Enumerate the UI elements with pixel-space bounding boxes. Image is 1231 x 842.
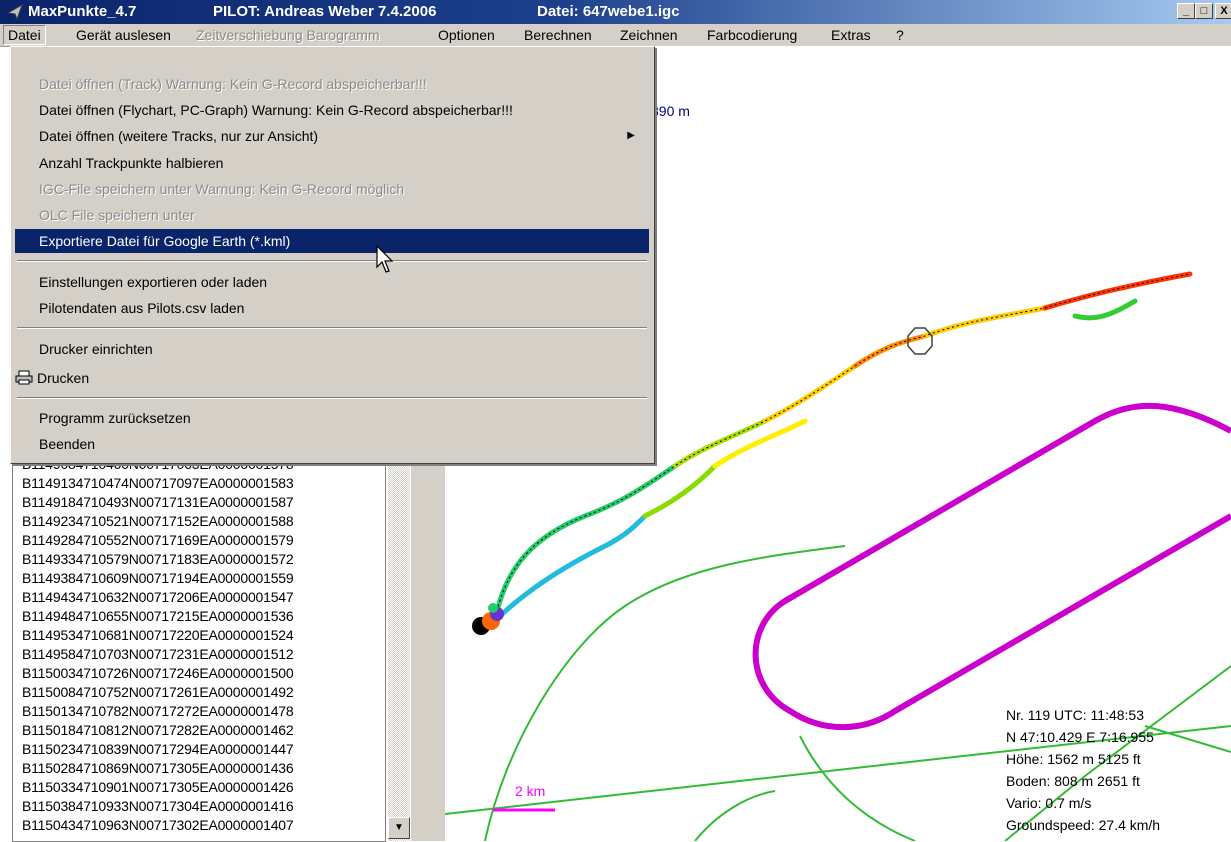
list-item[interactable]: B1150184710812N00717282EA0000001462: [22, 722, 294, 738]
close-button[interactable]: X: [1215, 3, 1231, 19]
menu-item-pilot-data[interactable]: Pilotendaten aus Pilots.csv laden: [15, 296, 649, 320]
menu-item-open-flychart[interactable]: Datei öffnen (Flychart, PC-Graph) Warnun…: [15, 98, 649, 122]
list-item[interactable]: B1150434710963N00717302EA0000001407: [22, 817, 294, 833]
airspace-lines: [445, 545, 1231, 841]
list-item[interactable]: B1150134710782N00717272EA0000001478: [22, 703, 294, 719]
scale-label: 2 km: [515, 783, 546, 799]
minimize-button[interactable]: _: [1177, 3, 1195, 19]
menu-item-label: IGC-File speichern unter Warnung: Kein G…: [39, 181, 405, 197]
list-item[interactable]: B1149334710579N00717183EA0000001572: [22, 551, 294, 567]
menu-item-settings[interactable]: Einstellungen exportieren oder laden: [15, 270, 649, 294]
menu-bar: Datei Gerät auslesen Zeitverschiebung Ba…: [0, 24, 1231, 47]
menu-item-export-kml[interactable]: Exportiere Datei für Google Earth (*.kml…: [15, 229, 649, 253]
menu-farbcodierung[interactable]: Farbcodierung: [707, 27, 797, 43]
menu-item-save-olc[interactable]: OLC File speichern unter: [15, 203, 649, 227]
menu-item-exit[interactable]: Beenden: [15, 432, 649, 456]
maximize-button[interactable]: □: [1195, 3, 1213, 19]
printer-icon: [15, 370, 33, 385]
list-item[interactable]: B1149134710474N00717097EA0000001583: [22, 475, 294, 491]
menu-geraet-auslesen[interactable]: Gerät auslesen: [76, 27, 171, 43]
info-nr-utc: Nr. 119 UTC: 11:48:53: [1006, 707, 1144, 723]
list-item[interactable]: B1149484710655N00717215EA0000001536: [22, 608, 294, 624]
menu-item-open-more-tracks[interactable]: Datei öffnen (weitere Tracks, nur zur An…: [15, 124, 649, 148]
menu-item-save-igc[interactable]: IGC-File speichern unter Warnung: Kein G…: [15, 177, 649, 201]
altitude-label: 890 m: [651, 103, 690, 119]
menu-item-label: Programm zurücksetzen: [39, 410, 191, 426]
menu-separator: [17, 327, 647, 329]
app-title: MaxPunkte_4.7: [28, 3, 137, 20]
menu-zeitverschiebung-barogramm[interactable]: Zeitverschiebung Barogramm: [196, 27, 380, 43]
menu-item-label: Exportiere Datei für Google Earth (*.kml…: [39, 233, 291, 249]
menu-item-label: Einstellungen exportieren oder laden: [39, 274, 268, 290]
menu-item-label: OLC File speichern unter: [39, 207, 195, 223]
list-item[interactable]: B1149384710609N00717194EA0000001559: [22, 570, 294, 586]
menu-item-label: Datei öffnen (Flychart, PC-Graph) Warnun…: [39, 102, 513, 118]
list-item[interactable]: B1150284710869N00717305EA0000001436: [22, 760, 294, 776]
list-item[interactable]: B1149534710681N00717220EA0000001524: [22, 627, 294, 643]
menu-item-label: Beenden: [39, 436, 96, 452]
menu-separator: [17, 260, 647, 262]
menu-optionen[interactable]: Optionen: [438, 27, 495, 43]
menu-extras[interactable]: Extras: [831, 27, 871, 43]
info-vario: Vario: 0.7 m/s: [1006, 795, 1092, 811]
menu-item-label: Datei öffnen (weitere Tracks, nur zur An…: [39, 128, 319, 144]
app-logo-icon: [6, 3, 23, 21]
info-ground: Boden: 808 m 2651 ft: [1006, 773, 1140, 789]
info-height: Höhe: 1562 m 5125 ft: [1006, 751, 1141, 767]
title-bar: MaxPunkte_4.7 PILOT: Andreas Weber 7.4.2…: [0, 0, 1231, 24]
submenu-arrow-icon: ▶: [627, 130, 635, 141]
scroll-down-button[interactable]: ▼: [388, 817, 410, 839]
task-sector: [752, 402, 1231, 731]
list-item[interactable]: B1150084710752N00717261EA0000001492: [22, 684, 294, 700]
list-item[interactable]: B1150334710901N00717305EA0000001426: [22, 779, 294, 795]
mouse-cursor-icon: [376, 245, 394, 273]
list-item[interactable]: B1150234710839N00717294EA0000001447: [22, 741, 294, 757]
menu-item-label: Anzahl Trackpunkte halbieren: [39, 155, 224, 171]
datei-dropdown-menu: Datei öffnen (Track) Warnung: Kein G-Rec…: [10, 46, 655, 464]
menu-help[interactable]: ?: [896, 27, 904, 43]
info-groundspeed: Groundspeed: 27.4 km/h: [1006, 817, 1161, 833]
menu-item-open-track[interactable]: Datei öffnen (Track) Warnung: Kein G-Rec…: [15, 72, 649, 96]
menu-datei[interactable]: Datei: [3, 25, 46, 45]
list-item[interactable]: B1150034710726N00717246EA0000001500: [22, 665, 294, 681]
menu-item-halve-points[interactable]: Anzahl Trackpunkte halbieren: [15, 151, 649, 175]
pilot-info: PILOT: Andreas Weber 7.4.2006: [213, 3, 437, 20]
menu-item-label: Pilotendaten aus Pilots.csv laden: [39, 300, 245, 316]
menu-item-reset[interactable]: Programm zurücksetzen: [15, 406, 649, 430]
list-item[interactable]: B1149234710521N00717152EA0000001588: [22, 513, 294, 529]
file-info: Datei: 647webe1.igc: [537, 3, 680, 20]
menu-item-label: Datei öffnen (Track) Warnung: Kein G-Rec…: [39, 76, 427, 92]
list-item[interactable]: B1149434710632N00717206EA0000001547: [22, 589, 294, 605]
list-item[interactable]: B1150384710933N00717304EA0000001416: [22, 798, 294, 814]
menu-zeichnen[interactable]: Zeichnen: [620, 27, 678, 43]
menu-berechnen[interactable]: Berechnen: [524, 27, 592, 43]
list-item[interactable]: B1149184710493N00717131EA0000001587: [22, 494, 294, 510]
list-item[interactable]: B1149584710703N00717231EA0000001512: [22, 646, 294, 662]
menu-item-print[interactable]: Drucken: [15, 366, 649, 390]
info-coordinates: N 47:10.429 E 7:16.955: [1006, 729, 1154, 745]
menu-separator: [17, 397, 647, 399]
list-item[interactable]: B1149284710552N00717169EA0000001579: [22, 532, 294, 548]
menu-item-label: Drucken: [37, 370, 90, 386]
menu-item-label: Drucker einrichten: [39, 341, 153, 357]
menu-item-printer-setup[interactable]: Drucker einrichten: [15, 337, 649, 361]
